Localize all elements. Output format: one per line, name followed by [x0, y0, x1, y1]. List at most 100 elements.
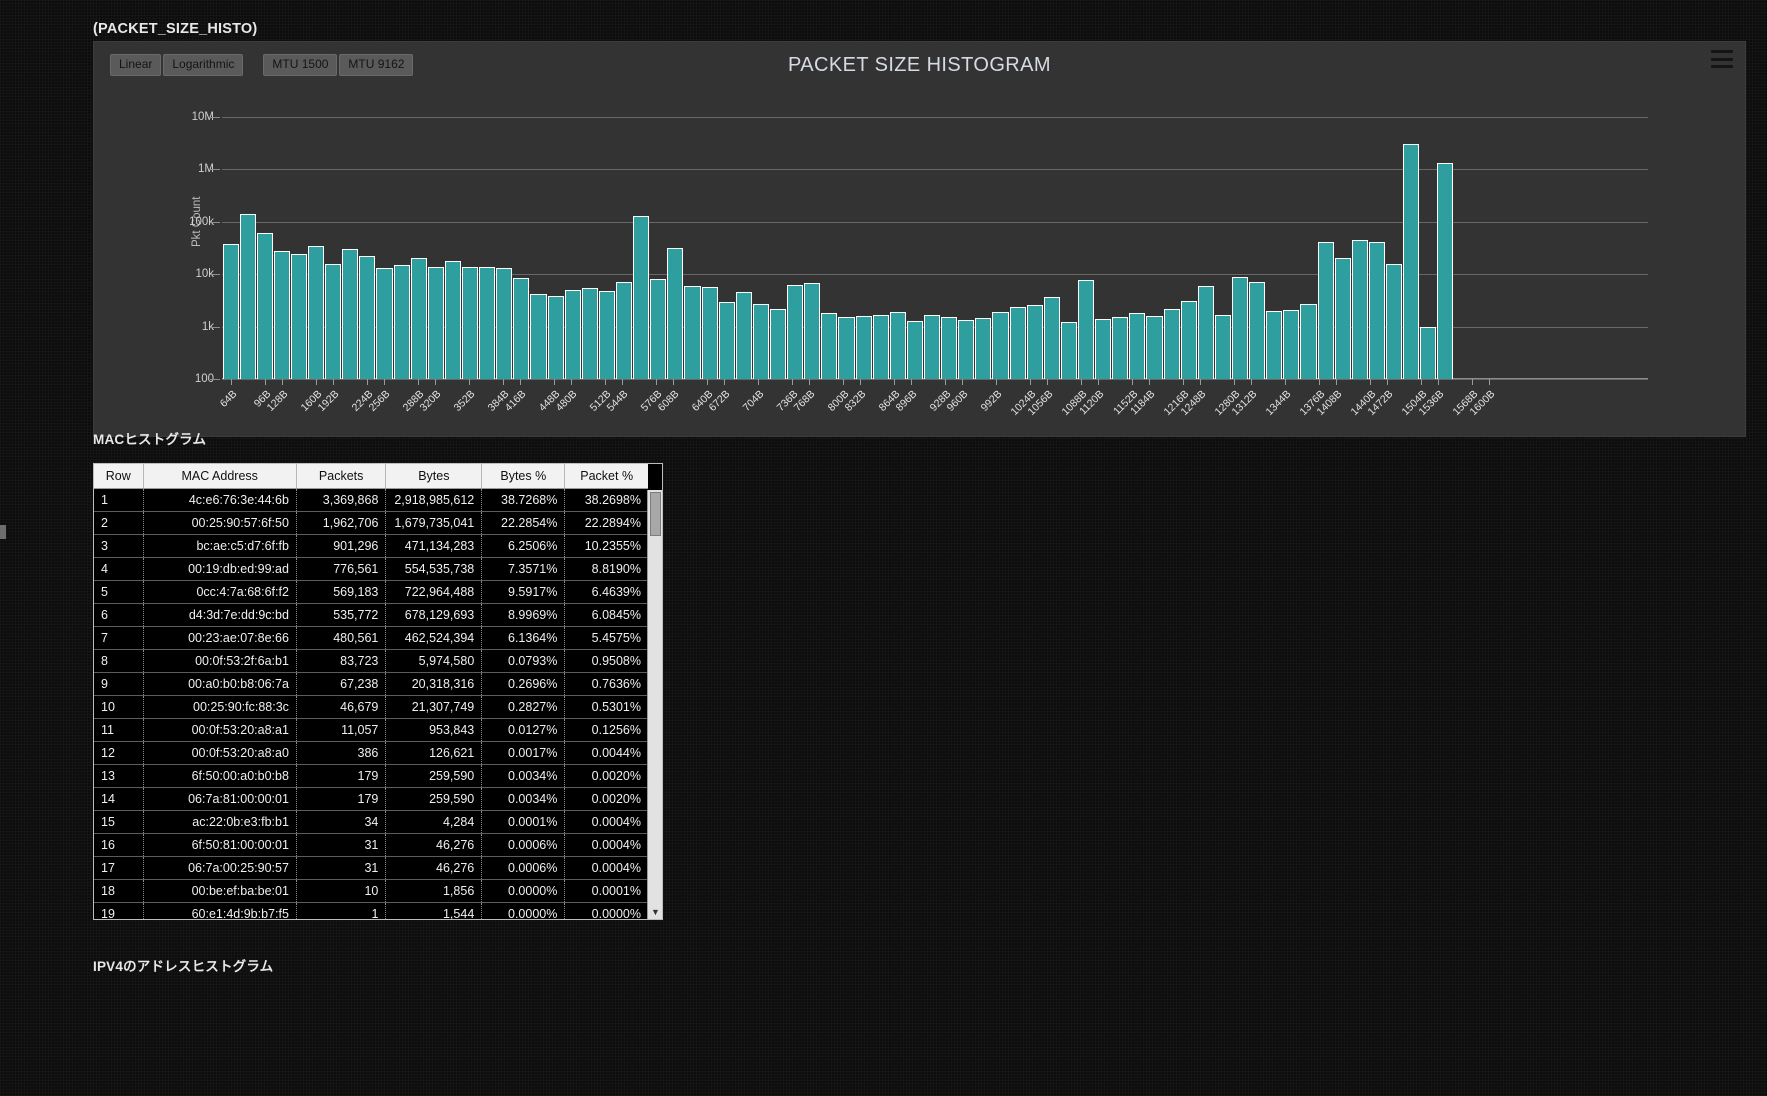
chart-bar[interactable]	[1403, 144, 1419, 379]
chart-bar[interactable]	[1112, 317, 1128, 379]
chart-bar[interactable]	[890, 312, 906, 379]
chart-bar[interactable]	[496, 268, 512, 379]
table-row[interactable]: 1960:e1:4d:9b:b7:f511,5440.0000%0.0000%	[94, 903, 648, 921]
chart-bar[interactable]	[342, 249, 358, 379]
chart-bar[interactable]	[1232, 277, 1248, 379]
table-row[interactable]: 136f:50:00:a0:b0:b8179259,5900.0034%0.00…	[94, 765, 648, 788]
table-scrollbar[interactable]: ▲ ▼	[647, 490, 662, 919]
chart-bar[interactable]	[376, 268, 392, 379]
chart-bar[interactable]	[274, 251, 290, 379]
chart-bar[interactable]	[1215, 315, 1231, 379]
chart-bar[interactable]	[1061, 322, 1077, 379]
chart-bar[interactable]	[1266, 311, 1282, 379]
chart-bar[interactable]	[1369, 242, 1385, 379]
chart-bar[interactable]	[1078, 280, 1094, 379]
chart-bar[interactable]	[1437, 163, 1453, 379]
chart-bar[interactable]	[1164, 309, 1180, 379]
chart-bar[interactable]	[924, 315, 940, 379]
chart-bar[interactable]	[873, 315, 889, 379]
chart-bar[interactable]	[445, 261, 461, 379]
table-row[interactable]: 1800:be:ef:ba:be:01101,8560.0000%0.0001%	[94, 880, 648, 903]
table-row[interactable]: 1706:7a:00:25:90:573146,2760.0006%0.0004…	[94, 857, 648, 880]
hamburger-menu-icon[interactable]	[1711, 50, 1733, 68]
chart-bar[interactable]	[907, 321, 923, 379]
chart-bar[interactable]	[1318, 242, 1334, 379]
chart-bar[interactable]	[1300, 304, 1316, 379]
chart-bar[interactable]	[650, 279, 666, 379]
chart-bar[interactable]	[753, 304, 769, 379]
chart-bar[interactable]	[702, 287, 718, 379]
chart-bar[interactable]	[770, 309, 786, 379]
chart-bar[interactable]	[1352, 240, 1368, 379]
chart-bar[interactable]	[582, 288, 598, 379]
column-header-bytes-percent[interactable]: Bytes %	[482, 464, 565, 489]
chart-bar[interactable]	[633, 216, 649, 379]
chart-bar[interactable]	[975, 318, 991, 379]
chart-bar[interactable]	[257, 233, 273, 379]
chart-bar[interactable]	[325, 264, 341, 379]
chart-bar[interactable]	[599, 291, 615, 379]
table-row[interactable]: 1100:0f:53:20:a8:a111,057953,8430.0127%0…	[94, 719, 648, 742]
table-row[interactable]: 200:25:90:57:6f:501,962,7061,679,735,041…	[94, 512, 648, 535]
chart-bar[interactable]	[856, 316, 872, 379]
chart-bar[interactable]	[667, 248, 683, 379]
chart-bar[interactable]	[1420, 327, 1436, 379]
chart-bar[interactable]	[616, 282, 632, 379]
chart-bar[interactable]	[1146, 316, 1162, 379]
chart-bar[interactable]	[821, 313, 837, 379]
chart-bar[interactable]	[1283, 310, 1299, 379]
chart-bar[interactable]	[240, 214, 256, 379]
chart-bar[interactable]	[513, 278, 529, 379]
chart-bar[interactable]	[684, 286, 700, 379]
chart-bar[interactable]	[359, 256, 375, 379]
chart-bar[interactable]	[838, 317, 854, 379]
chart-bar[interactable]	[428, 267, 444, 379]
left-edge-handle[interactable]	[0, 525, 6, 539]
chart-bar[interactable]	[1027, 305, 1043, 379]
table-row[interactable]: 1406:7a:81:00:00:01179259,5900.0034%0.00…	[94, 788, 648, 811]
chart-bar[interactable]	[291, 254, 307, 379]
chart-bar[interactable]	[411, 258, 427, 379]
chart-bar[interactable]	[223, 244, 239, 379]
table-row[interactable]: 50cc:4:7a:68:6f:f2569,183722,964,4889.59…	[94, 581, 648, 604]
chart-bar[interactable]	[736, 292, 752, 379]
chart-bar[interactable]	[787, 285, 803, 379]
table-row[interactable]: 700:23:ae:07:8e:66480,561462,524,3946.13…	[94, 627, 648, 650]
table-row[interactable]: 6d4:3d:7e:dd:9c:bd535,772678,129,6938.99…	[94, 604, 648, 627]
scrollbar-thumb[interactable]	[650, 492, 661, 536]
chart-bar[interactable]	[394, 265, 410, 379]
chart-bar[interactable]	[530, 294, 546, 379]
chart-bar[interactable]	[1181, 301, 1197, 379]
table-row[interactable]: 166f:50:81:00:00:013146,2760.0006%0.0004…	[94, 834, 648, 857]
column-header-bytes[interactable]: Bytes	[386, 464, 482, 489]
chart-bar[interactable]	[308, 246, 324, 379]
chart-bar[interactable]	[462, 267, 478, 379]
chart-bar[interactable]	[1129, 313, 1145, 379]
chart-bar[interactable]	[1198, 286, 1214, 379]
scroll-down-icon[interactable]: ▼	[648, 905, 663, 919]
table-row[interactable]: 900:a0:b0:b8:06:7a67,23820,318,3160.2696…	[94, 673, 648, 696]
table-row[interactable]: 1000:25:90:fc:88:3c46,67921,307,7490.282…	[94, 696, 648, 719]
chart-bar[interactable]	[1249, 282, 1265, 379]
chart-bar[interactable]	[719, 302, 735, 379]
chart-bar[interactable]	[804, 283, 820, 379]
table-row[interactable]: 3bc:ae:c5:d7:6f:fb901,296471,134,2836.25…	[94, 535, 648, 558]
chart-bar[interactable]	[958, 320, 974, 379]
column-header-packet-percent[interactable]: Packet %	[565, 464, 648, 489]
chart-bar[interactable]	[941, 317, 957, 379]
table-row[interactable]: 15ac:22:0b:e3:fb:b1344,2840.0001%0.0004%	[94, 811, 648, 834]
chart-bar[interactable]	[479, 267, 495, 379]
table-row[interactable]: 14c:e6:76:3e:44:6b3,369,8682,918,985,612…	[94, 489, 648, 512]
chart-bar[interactable]	[992, 312, 1008, 379]
chart-bar[interactable]	[1010, 307, 1026, 379]
chart-bar[interactable]	[1095, 319, 1111, 379]
column-header-mac-address[interactable]: MAC Address	[143, 464, 296, 489]
chart-bar[interactable]	[1386, 264, 1402, 379]
chart-bar[interactable]	[548, 296, 564, 379]
chart-bar[interactable]	[1335, 258, 1351, 379]
table-row[interactable]: 800:0f:53:2f:6a:b183,7235,974,5800.0793%…	[94, 650, 648, 673]
table-row[interactable]: 1200:0f:53:20:a8:a0386126,6210.0017%0.00…	[94, 742, 648, 765]
column-header-row[interactable]: Row	[94, 464, 143, 489]
chart-bar[interactable]	[1044, 297, 1060, 379]
column-header-packets[interactable]: Packets	[296, 464, 385, 489]
